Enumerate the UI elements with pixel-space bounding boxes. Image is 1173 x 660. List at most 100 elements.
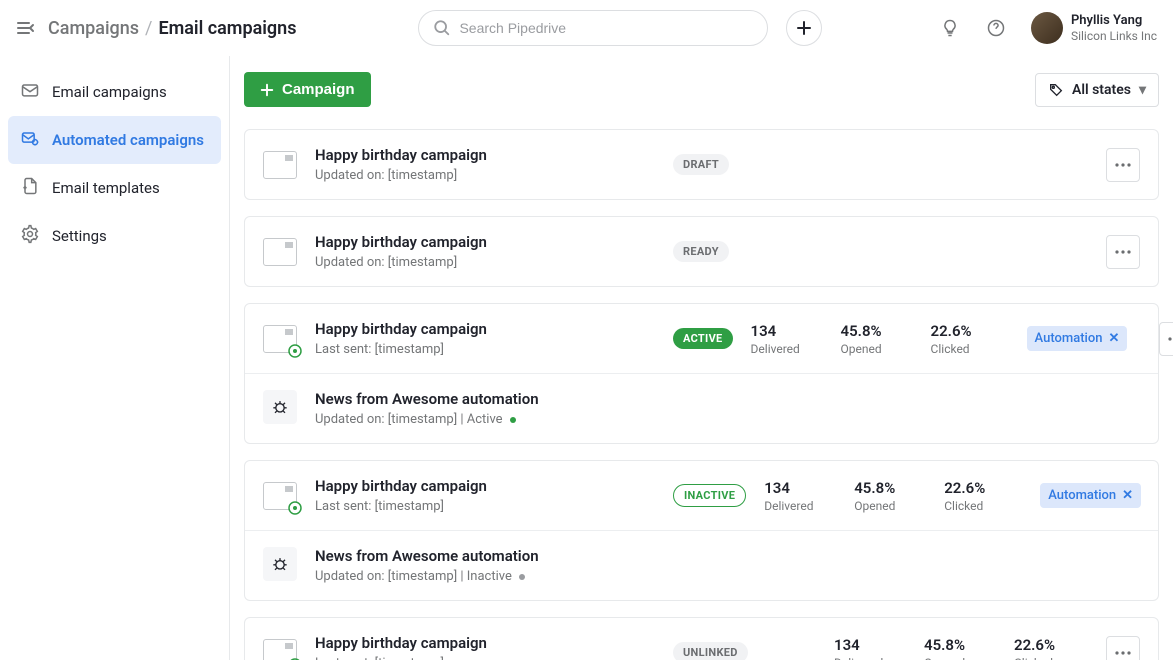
campaign-title: Happy birthday campaign xyxy=(315,146,655,164)
menu-icon[interactable] xyxy=(16,18,36,38)
campaign-thumb xyxy=(263,238,297,266)
plus-icon xyxy=(260,83,274,97)
automation-chip[interactable]: Automation✕ xyxy=(1027,326,1128,351)
automation-badge-icon xyxy=(288,344,302,358)
automation-icon xyxy=(263,547,297,581)
stat-opened: 45.8% Opened xyxy=(854,479,914,513)
file-plus-icon xyxy=(20,176,40,200)
campaign-meta: Updated on: [timestamp] xyxy=(315,255,655,270)
more-icon xyxy=(1115,651,1131,655)
plus-icon xyxy=(796,20,812,36)
breadcrumb: Campaigns / Email campaigns xyxy=(48,18,296,39)
campaign-meta: Updated on: [timestamp] xyxy=(315,168,655,183)
stat-value: 134 xyxy=(834,636,894,654)
automation-meta: Updated on: [timestamp] | Active xyxy=(315,412,539,427)
sidebar-item-automated-campaigns[interactable]: Automated campaigns xyxy=(8,116,221,164)
campaign-row[interactable]: Happy birthday campaign Last sent: [times… xyxy=(245,304,1158,373)
stat-value: 45.8% xyxy=(924,636,984,654)
more-button[interactable] xyxy=(1106,235,1140,269)
status-badge: ACTIVE xyxy=(673,328,733,349)
stat-value: 22.6% xyxy=(1014,636,1074,654)
user-menu[interactable]: Phyllis Yang Silicon Links Inc xyxy=(1031,12,1157,44)
campaign-row[interactable]: Happy birthday campaign Updated on: [time… xyxy=(245,130,1158,199)
gear-icon xyxy=(20,224,40,248)
automation-subrow[interactable]: News from Awesome automation Updated on: … xyxy=(245,373,1158,443)
campaign-title: Happy birthday campaign xyxy=(315,477,655,495)
stat-clicked: 22.6%Clicked xyxy=(944,479,1004,513)
status-badge: READY xyxy=(673,241,729,262)
stat-label: Delivered xyxy=(834,656,894,660)
state-filter-label: All states xyxy=(1072,82,1131,98)
search-input[interactable] xyxy=(459,20,753,36)
campaign-card: Happy birthday campaign Updated on: [time… xyxy=(244,216,1159,287)
automation-meta: Updated on: [timestamp] | Inactive xyxy=(315,569,539,584)
add-button[interactable] xyxy=(786,10,822,46)
stat-label: Opened xyxy=(854,499,914,513)
campaign-row[interactable]: Happy birthday campaign Last sent: [times… xyxy=(245,618,1158,660)
campaign-title: Happy birthday campaign xyxy=(315,634,655,652)
new-campaign-button[interactable]: Campaign xyxy=(244,72,371,107)
campaign-meta: Last sent: [timestamp] xyxy=(315,656,655,660)
campaign-thumb xyxy=(263,639,297,660)
tag-icon xyxy=(1048,82,1064,98)
automation-subrow[interactable]: News from Awesome automationUpdated on: … xyxy=(245,530,1158,600)
campaign-meta: Last sent: [timestamp] xyxy=(315,499,655,514)
stat-value: 134 xyxy=(764,479,824,497)
stat-delivered: 134Delivered xyxy=(764,479,824,513)
user-org: Silicon Links Inc xyxy=(1071,29,1157,43)
top-bar: Campaigns / Email campaigns Phyllis Yang… xyxy=(0,0,1173,56)
stat-delivered: 134Delivered xyxy=(751,322,811,356)
stat-value: 22.6% xyxy=(944,479,1004,497)
campaign-row[interactable]: Happy birthday campaign Updated on: [time… xyxy=(245,217,1158,286)
stat-label: Delivered xyxy=(751,342,811,356)
search-box[interactable] xyxy=(418,10,768,46)
stat-delivered: 134 Delivered xyxy=(834,636,894,660)
campaign-row[interactable]: Happy birthday campaign Last sent: [times… xyxy=(245,461,1158,530)
automation-title: News from Awesome automation xyxy=(315,390,539,408)
more-icon xyxy=(1115,250,1131,254)
sidebar-item-email-templates[interactable]: Email templates xyxy=(8,164,221,212)
campaign-thumb xyxy=(263,151,297,179)
automation-chip[interactable]: Automation✕ xyxy=(1040,483,1141,508)
more-button[interactable] xyxy=(1106,148,1140,182)
campaign-meta: Last sent: [timestamp] xyxy=(315,342,655,357)
stat-label: Opened xyxy=(924,656,984,660)
breadcrumb-parent[interactable]: Campaigns xyxy=(48,18,139,39)
more-icon xyxy=(1168,337,1173,341)
campaign-title: Happy birthday campaign xyxy=(315,320,655,338)
stat-opened: 45.8% Opened xyxy=(924,636,984,660)
status-badge: UNLINKED xyxy=(673,642,748,660)
campaign-title: Happy birthday campaign xyxy=(315,233,655,251)
stat-value: 45.8% xyxy=(841,322,901,340)
stat-label: Clicked xyxy=(1014,656,1074,660)
campaign-stats: 134Delivered 45.8% Opened 22.6%Clicked xyxy=(764,479,1004,513)
sidebar-item-settings[interactable]: Settings xyxy=(8,212,221,260)
close-icon[interactable]: ✕ xyxy=(1122,488,1133,503)
hint-icon[interactable] xyxy=(933,11,967,45)
campaign-info: Happy birthday campaign Updated on: [time… xyxy=(315,146,655,183)
breadcrumb-current: Email campaigns xyxy=(158,18,296,39)
more-icon xyxy=(1115,163,1131,167)
stat-value: 45.8% xyxy=(854,479,914,497)
campaign-thumb xyxy=(263,482,297,510)
sidebar-item-label: Automated campaigns xyxy=(52,131,204,149)
sidebar-item-label: Email templates xyxy=(52,179,160,197)
state-filter-dropdown[interactable]: All states ▾ xyxy=(1035,73,1159,107)
campaign-card: Happy birthday campaign Last sent: [times… xyxy=(244,617,1159,660)
sidebar-item-email-campaigns[interactable]: Email campaigns xyxy=(8,68,221,116)
stat-value: 22.6% xyxy=(931,322,991,340)
campaign-info: Happy birthday campaign Updated on: [time… xyxy=(315,233,655,270)
status-badge: INACTIVE xyxy=(673,484,746,507)
campaign-stats: 134Delivered 45.8% Opened 22.6%Clicked xyxy=(751,322,991,356)
search-icon xyxy=(433,19,451,37)
toolbar: Campaign All states ▾ xyxy=(244,72,1159,107)
sidebar-item-label: Email campaigns xyxy=(52,83,167,101)
close-icon[interactable]: ✕ xyxy=(1108,331,1119,346)
more-button[interactable] xyxy=(1106,636,1140,660)
help-icon[interactable] xyxy=(979,11,1013,45)
sidebar-item-label: Settings xyxy=(52,227,107,245)
stat-clicked: 22.6%Clicked xyxy=(931,322,991,356)
stat-label: Opened xyxy=(841,342,901,356)
status-badge: DRAFT xyxy=(673,154,729,175)
more-button[interactable] xyxy=(1159,322,1173,356)
